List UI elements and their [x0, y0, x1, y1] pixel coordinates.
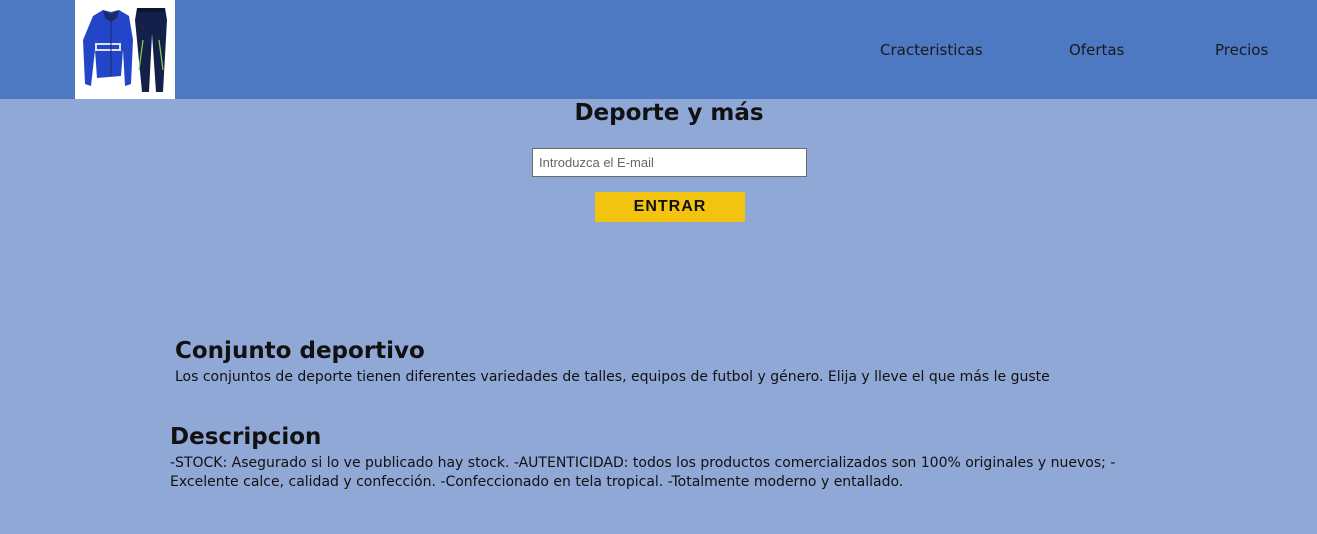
- header-bar: Cracteristicas Ofertas Precios: [0, 0, 1317, 99]
- page-title: Deporte y más: [574, 100, 764, 126]
- nav-link-precios[interactable]: Precios: [1215, 41, 1268, 59]
- description-text: -STOCK: Asegurado si lo ve publicado hay…: [170, 455, 1116, 490]
- nav-link-caracteristicas[interactable]: Cracteristicas: [880, 41, 983, 59]
- logo-image[interactable]: [75, 0, 175, 99]
- description-title: Descripcion: [170, 424, 322, 450]
- tracksuit-image: [83, 8, 167, 92]
- email-field[interactable]: [532, 148, 807, 177]
- nav-link-ofertas[interactable]: Ofertas: [1069, 41, 1124, 59]
- enter-button[interactable]: ENTRAR: [595, 192, 745, 222]
- product-text: Los conjuntos de deporte tienen diferent…: [175, 369, 1050, 385]
- product-title: Conjunto deportivo: [175, 338, 425, 364]
